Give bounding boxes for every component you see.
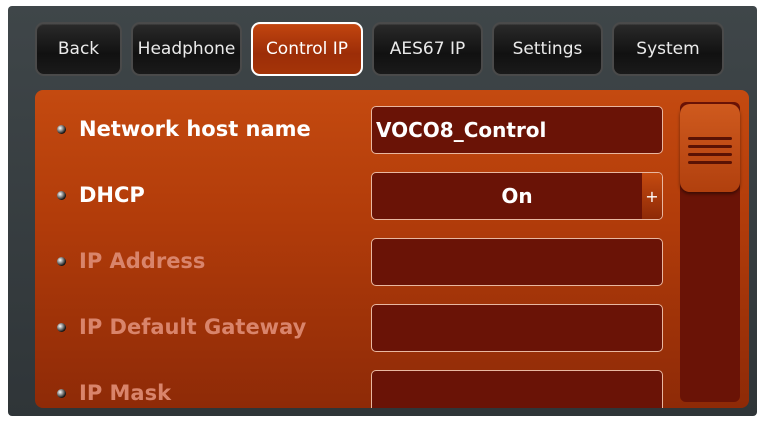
bullet-icon — [57, 389, 66, 398]
dhcp-value: On — [501, 184, 533, 208]
ip-mask-label: IP Mask — [79, 381, 172, 405]
grip-line-icon — [688, 153, 732, 156]
device-frame: Back Headphone Control IP AES67 IP Setti… — [8, 6, 757, 416]
host-name-value: VOCO8_Control — [376, 118, 547, 142]
ip-address-label: IP Address — [79, 249, 206, 273]
tab-aes67-ip[interactable]: AES67 IP — [372, 22, 483, 76]
bullet-icon — [57, 125, 66, 134]
dhcp-row: DHCP On + — [35, 171, 675, 223]
tab-back[interactable]: Back — [35, 22, 122, 76]
bullet-icon — [57, 191, 66, 200]
ip-address-field[interactable] — [371, 238, 663, 286]
dhcp-selector[interactable]: On + — [371, 172, 663, 220]
grip-line-icon — [688, 145, 732, 148]
bullet-icon — [57, 323, 66, 332]
ip-mask-row: IP Mask — [35, 369, 675, 408]
tab-settings[interactable]: Settings — [492, 22, 603, 76]
host-name-row: Network host name VOCO8_Control — [35, 105, 675, 157]
dhcp-label: DHCP — [79, 183, 145, 207]
gateway-label: IP Default Gateway — [79, 315, 307, 339]
ip-address-row: IP Address — [35, 237, 675, 289]
settings-panel: Network host name VOCO8_Control DHCP On … — [35, 90, 749, 408]
host-name-label: Network host name — [79, 117, 311, 141]
gateway-field[interactable] — [371, 304, 663, 352]
gateway-row: IP Default Gateway — [35, 303, 675, 355]
tab-headphone[interactable]: Headphone — [131, 22, 242, 76]
plus-icon[interactable]: + — [642, 173, 662, 219]
tab-control-ip[interactable]: Control IP — [251, 22, 363, 76]
scrollbar-thumb[interactable] — [680, 104, 740, 192]
bullet-icon — [57, 257, 66, 266]
grip-line-icon — [688, 137, 732, 140]
host-name-field[interactable]: VOCO8_Control — [371, 106, 663, 154]
ip-mask-field[interactable] — [371, 370, 663, 408]
grip-line-icon — [688, 161, 732, 164]
tab-system[interactable]: System — [612, 22, 724, 76]
tab-bar: Back Headphone Control IP AES67 IP Setti… — [35, 22, 735, 80]
